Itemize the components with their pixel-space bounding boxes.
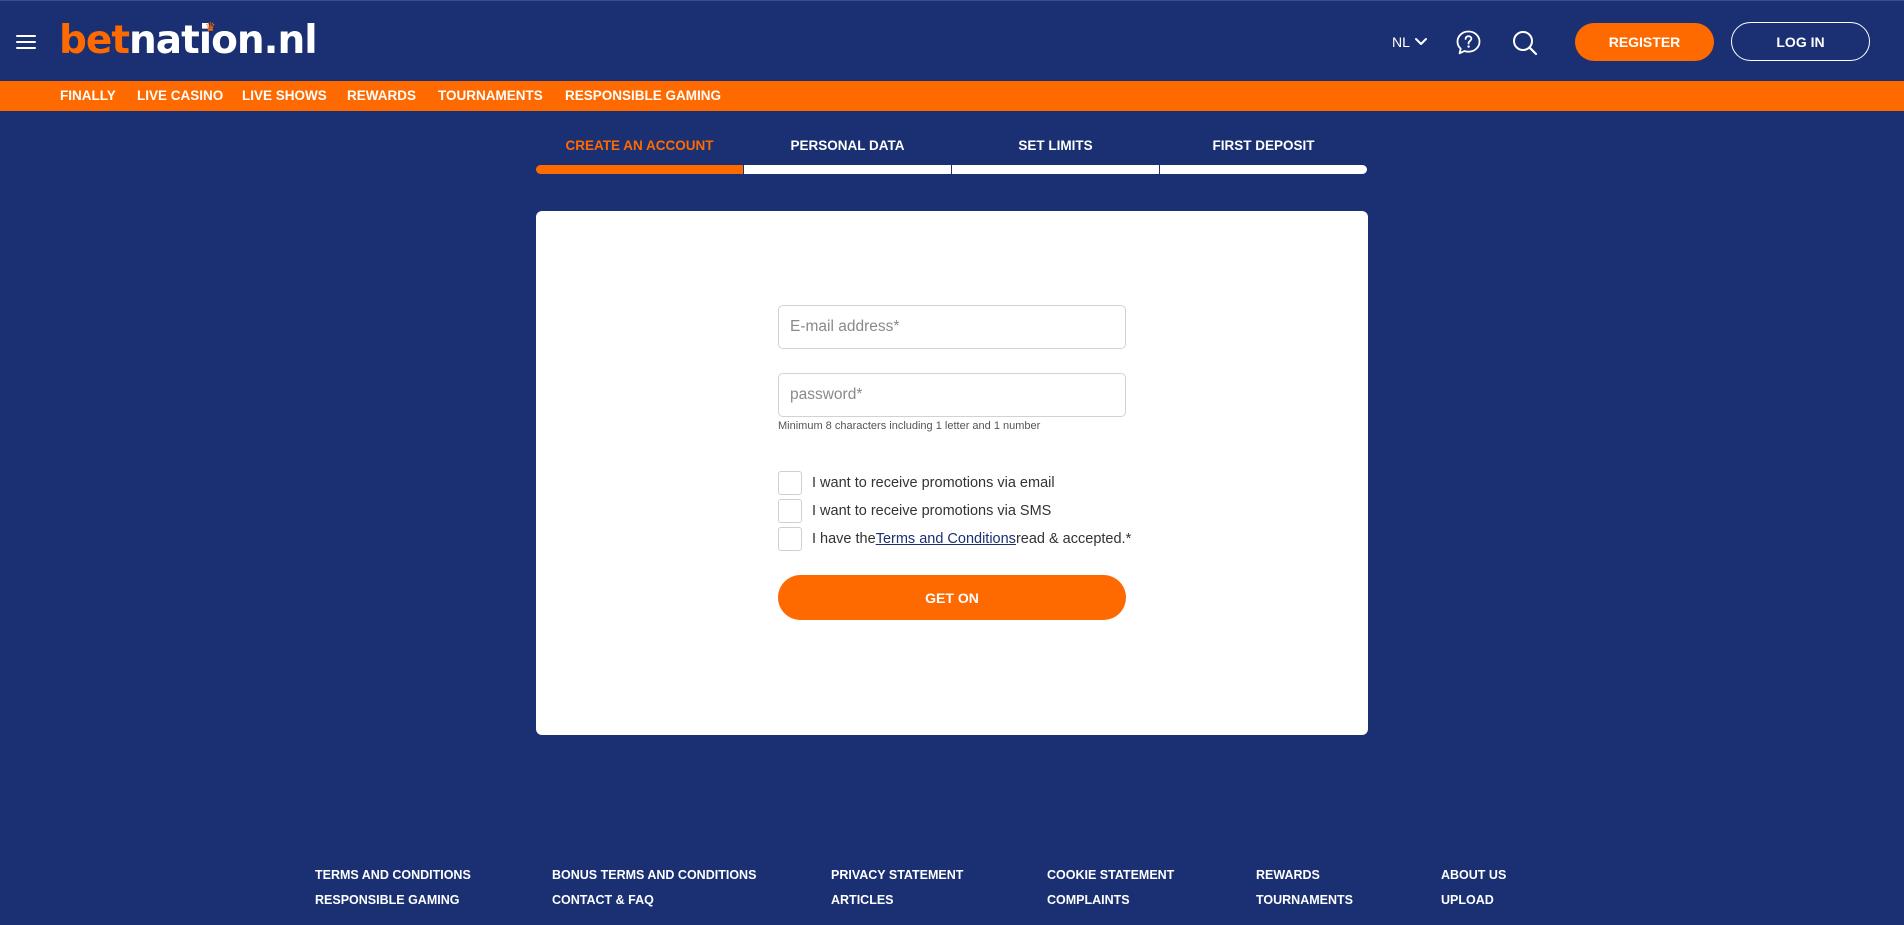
step-create-account: CREATE AN ACCOUNT (536, 133, 743, 175)
logo-nation: nation.nl (129, 18, 318, 63)
footer-link-rewards[interactable]: REWARDS (1256, 868, 1320, 882)
nav-item-responsible-gaming[interactable]: RESPONSIBLE GAMING (565, 81, 721, 111)
menu-icon[interactable] (16, 35, 36, 49)
footer-link-terms[interactable]: TERMS AND CONDITIONS (315, 868, 471, 882)
search-icon[interactable] (1511, 29, 1538, 56)
get-on-button[interactable]: GET ON (778, 575, 1126, 620)
password-hint: Minimum 8 characters including 1 letter … (778, 420, 1041, 432)
step-label: FIRST DEPOSIT (1212, 138, 1315, 153)
password-field[interactable] (778, 373, 1126, 417)
promo-email-option: I want to receive promotions via email (778, 471, 1055, 495)
step-progress-bar (536, 165, 743, 174)
register-button[interactable]: REGISTER (1575, 23, 1714, 61)
promo-sms-option: I want to receive promotions via SMS (778, 499, 1051, 523)
login-button[interactable]: LOG IN (1731, 22, 1870, 61)
footer-link-bonus-terms[interactable]: BONUS TERMS AND CONDITIONS (552, 868, 756, 882)
footer-link-cookie[interactable]: COOKIE STATEMENT (1047, 868, 1174, 882)
step-label: CREATE AN ACCOUNT (565, 138, 714, 153)
main-nav: FINALLY LIVE CASINO LIVE SHOWS REWARDS T… (0, 81, 1904, 111)
step-personal-data: PERSONAL DATA (744, 133, 951, 175)
language-selector[interactable]: NL (1392, 32, 1428, 52)
language-label: NL (1392, 34, 1410, 50)
step-label: PERSONAL DATA (790, 138, 905, 153)
step-progress-bar (1160, 165, 1367, 174)
nav-item-tournaments[interactable]: TOURNAMENTS (438, 81, 543, 111)
footer-link-about-us[interactable]: ABOUT US (1441, 868, 1506, 882)
crown-icon: ♛ (205, 20, 216, 34)
terms-prefix: I have the (812, 531, 876, 547)
header: betnation.nl ♛ NL REGISTER LOG IN (0, 0, 1904, 81)
promo-sms-label: I want to receive promotions via SMS (812, 503, 1052, 519)
terms-checkbox[interactable] (778, 527, 802, 551)
logo-bet: bet (59, 18, 130, 63)
logo[interactable]: betnation.nl ♛ (59, 18, 318, 63)
help-icon[interactable] (1455, 29, 1482, 56)
registration-steps: CREATE AN ACCOUNT PERSONAL DATA SET LIMI… (536, 133, 1368, 175)
registration-card: Minimum 8 characters including 1 letter … (536, 211, 1368, 735)
footer-link-contact-faq[interactable]: CONTACT & FAQ (552, 893, 654, 907)
chevron-down-icon (1414, 38, 1427, 45)
terms-option: I have the Terms and Conditions read & acc… (778, 527, 1131, 551)
footer-link-articles[interactable]: ARTICLES (831, 893, 894, 907)
footer-link-privacy[interactable]: PRIVACY STATEMENT (831, 868, 963, 882)
step-set-limits: SET LIMITS (952, 133, 1159, 175)
terms-suffix: read & accepted.* (1015, 531, 1132, 547)
promo-email-label: I want to receive promotions via email (812, 475, 1055, 491)
promo-email-checkbox[interactable] (778, 471, 802, 495)
nav-item-live-shows[interactable]: LIVE SHOWS (242, 81, 327, 111)
footer-link-upload[interactable]: UPLOAD (1441, 893, 1494, 907)
nav-item-rewards[interactable]: REWARDS (347, 81, 416, 111)
nav-item-finally[interactable]: FINALLY (60, 81, 116, 111)
promo-sms-checkbox[interactable] (778, 499, 802, 523)
step-first-deposit: FIRST DEPOSIT (1160, 133, 1367, 175)
footer-link-complaints[interactable]: COMPLAINTS (1047, 893, 1130, 907)
footer-link-responsible-gaming[interactable]: RESPONSIBLE GAMING (315, 893, 459, 907)
terms-link[interactable]: Terms and Conditions (876, 531, 1016, 547)
step-progress-bar (952, 165, 1159, 174)
nav-item-live-casino[interactable]: LIVE CASINO (137, 81, 223, 111)
email-field[interactable] (778, 305, 1126, 349)
step-label: SET LIMITS (1018, 138, 1093, 153)
step-progress-bar (744, 165, 951, 174)
footer-link-tournaments[interactable]: TOURNAMENTS (1256, 893, 1353, 907)
